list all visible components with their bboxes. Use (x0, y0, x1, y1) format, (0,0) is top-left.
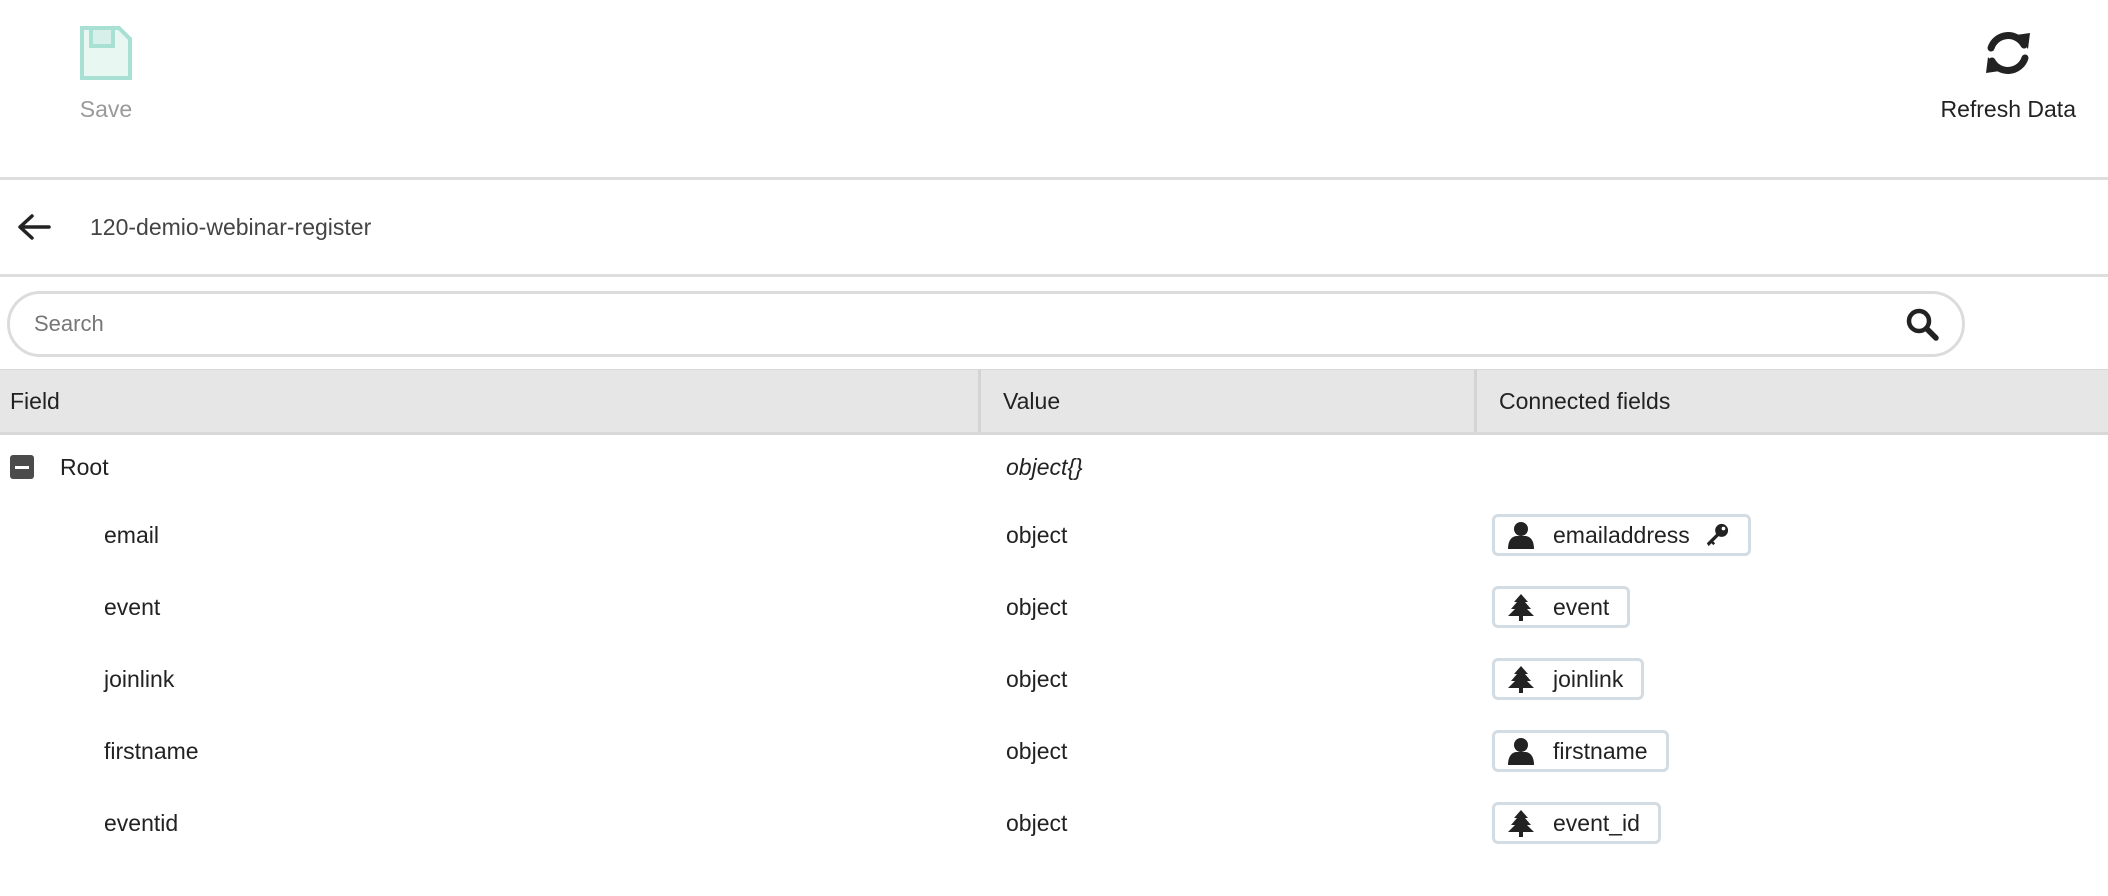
connected-field-label: firstname (1553, 737, 1648, 764)
connected-field-chip[interactable]: emailaddress (1492, 514, 1751, 556)
field-name: event (104, 593, 161, 620)
search-input[interactable] (32, 310, 1904, 338)
floppy-disk-icon (79, 24, 133, 82)
table-row: eventid object event_id (0, 787, 2108, 859)
connected-field-chip[interactable]: event (1492, 586, 1631, 628)
search-icon[interactable] (1904, 306, 1940, 342)
tree-icon (1507, 593, 1535, 621)
connected-field-chip[interactable]: joinlink (1492, 658, 1645, 700)
field-value: object (1006, 665, 1068, 692)
field-name: email (104, 521, 159, 548)
field-value: object (1006, 521, 1068, 548)
field-name: joinlink (104, 665, 175, 692)
connected-field-label: emailaddress (1553, 521, 1690, 548)
key-icon (1704, 522, 1730, 548)
field-value: object (1006, 593, 1068, 620)
connected-field-label: event (1553, 593, 1610, 620)
refresh-icon (1982, 24, 2034, 82)
page-title: 120-demio-webinar-register (90, 213, 372, 240)
field-name: eventid (104, 809, 179, 836)
connected-field-chip[interactable]: event_id (1492, 802, 1661, 844)
column-header-field[interactable]: Field (0, 370, 981, 432)
search-box (7, 291, 1965, 357)
field-value: object (1006, 809, 1068, 836)
breadcrumb: 120-demio-webinar-register (0, 180, 2108, 277)
search-area (0, 277, 2108, 369)
connected-fields-cell: firstname (1482, 730, 1669, 772)
root-field-label: Root (60, 453, 109, 480)
person-icon (1507, 521, 1535, 549)
save-label: Save (79, 96, 133, 122)
table-row: firstname object firstname (0, 715, 2108, 787)
connected-field-label: joinlink (1553, 665, 1624, 692)
column-header-value[interactable]: Value (981, 370, 1477, 432)
connected-fields-cell: event (1482, 586, 1631, 628)
field-rows: email object emailaddress event object event j… (0, 499, 2108, 859)
tree-icon (1507, 809, 1535, 837)
field-name: firstname (104, 737, 199, 764)
back-arrow-icon[interactable] (16, 209, 52, 245)
table-row: joinlink object joinlink (0, 643, 2108, 715)
tree-icon (1507, 665, 1535, 693)
column-header-connected-fields[interactable]: Connected fields (1477, 370, 1670, 432)
refresh-data-label: Refresh Data (1940, 96, 2076, 122)
table-header: Field Value Connected fields (0, 369, 2108, 435)
root-field-cell: Root (0, 454, 984, 481)
connected-field-label: event_id (1553, 809, 1640, 836)
save-button[interactable]: Save (64, 24, 148, 123)
root-row: Root object{} (0, 435, 2108, 499)
connected-field-chip[interactable]: firstname (1492, 730, 1669, 772)
collapse-minus-icon[interactable] (10, 455, 34, 479)
table-row: event object event (0, 571, 2108, 643)
table-row: email object emailaddress (0, 499, 2108, 571)
root-value: object{} (1006, 453, 1083, 480)
field-value: object (1006, 737, 1068, 764)
person-icon (1507, 737, 1535, 765)
connected-fields-cell: joinlink (1482, 658, 1645, 700)
refresh-data-button[interactable]: Refresh Data (1940, 24, 2076, 123)
top-toolbar: Save Refresh Data (0, 0, 2108, 180)
connected-fields-cell: emailaddress (1482, 514, 1751, 556)
connected-fields-cell: event_id (1482, 802, 1661, 844)
